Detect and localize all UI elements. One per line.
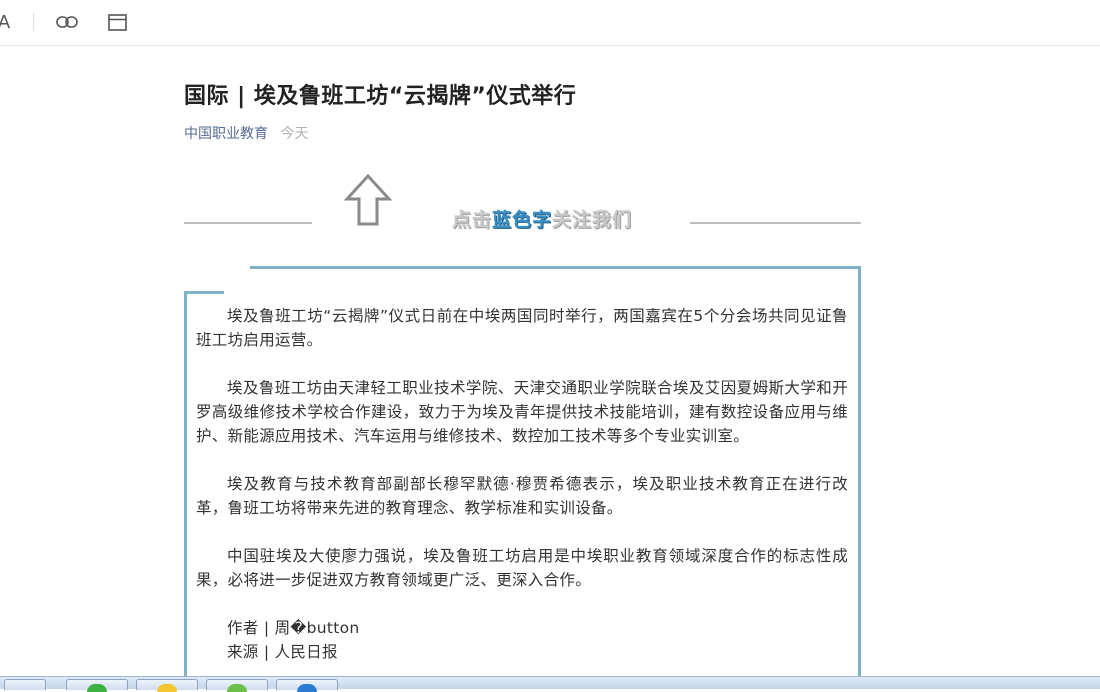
follow-divider-right [690,222,861,224]
paragraph: 埃及教育与技术教育部副部长穆罕默德·穆贾希德表示，埃及职业技术教育正在进行改革，… [196,475,848,517]
browser-icon [227,684,247,692]
taskbar-button[interactable] [4,679,46,690]
font-size-icon[interactable]: A [0,10,12,34]
reader-toolbar: A [0,0,1100,46]
follow-suffix: 关注我们 [552,209,633,231]
folder-icon [157,684,177,692]
author-credit: 作者 | 周�button [227,619,360,637]
source-credit: 来源 | 人民日报 [227,643,338,661]
paragraph: 中国驻埃及大使廖力强说，埃及鲁班工坊启用是中埃职业教育领域深度合作的标志性成果，… [196,547,848,589]
app-icon [297,684,317,692]
frame-border-left [184,291,187,688]
publish-time: 今天 [280,126,309,142]
window-icon[interactable] [106,10,128,34]
article-meta: 中国职业教育 今天 [184,123,308,143]
paragraph: 埃及鲁班工坊由天津轻工职业技术学院、天津交通职业学院联合埃及艾因夏姆斯大学和开罗… [196,379,848,445]
font-size-glyph: A [0,11,11,33]
taskbar-button[interactable] [136,679,198,692]
windows-taskbar [0,676,1100,692]
frame-border-top [250,266,861,269]
link-icon[interactable] [55,10,79,34]
follow-prompt[interactable]: 点击蓝色字关注我们 [452,205,632,232]
follow-prefix: 点击 [452,209,493,231]
frame-border-left-top [184,291,224,294]
frame-border-right [858,266,861,688]
wechat-icon [87,684,107,692]
account-name-link[interactable]: 中国职业教育 [184,126,268,142]
follow-highlight: 蓝色字 [492,209,553,231]
paragraph: 埃及鲁班工坊“云揭牌”仪式日前在中埃两国同时举行，两国嘉宾在5个分会场共同见证鲁… [196,307,848,349]
taskbar-button[interactable] [66,679,128,692]
taskbar-button[interactable] [206,679,268,692]
up-arrow-icon [343,173,393,226]
taskbar-button[interactable] [276,679,338,692]
follow-divider-left [184,222,312,224]
toolbar-divider [33,13,34,31]
article-body: 埃及鲁班工坊“云揭牌”仪式日前在中埃两国同时举行，两国嘉宾在5个分会场共同见证鲁… [196,304,848,664]
article-title: 国际 | 埃及鲁班工坊“云揭牌”仪式举行 [184,84,577,109]
